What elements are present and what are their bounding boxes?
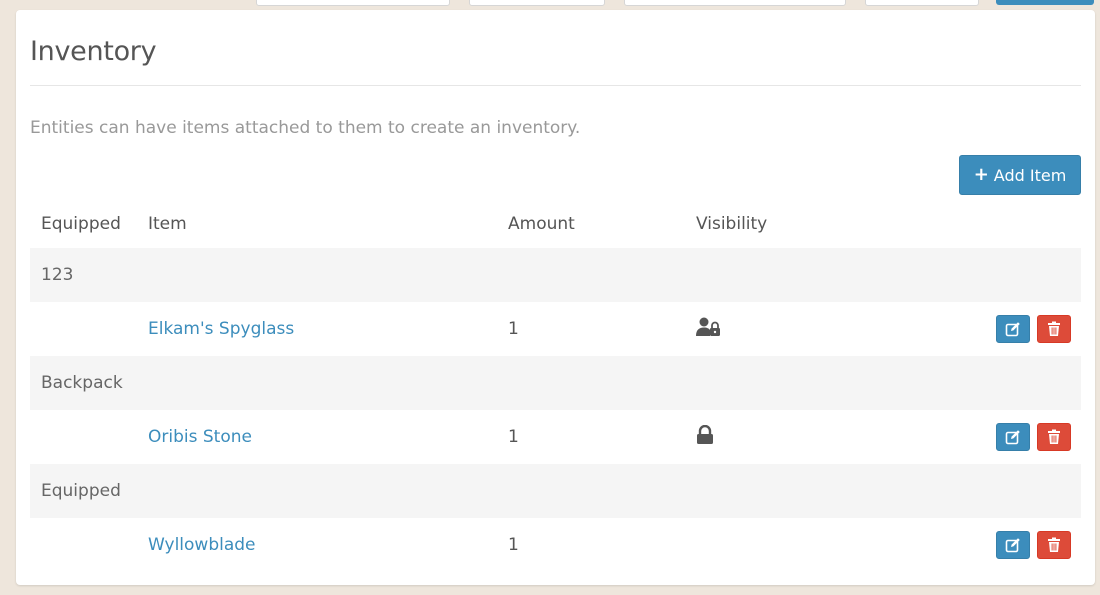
equipped-cell [30, 518, 137, 572]
table-header-row: Equipped Item Amount Visibility [30, 200, 1081, 248]
item-link[interactable]: Wyllowblade [148, 535, 256, 555]
item-link[interactable]: Oribis Stone [148, 427, 252, 447]
visibility-cell [685, 410, 878, 464]
header-visibility[interactable]: Visibility [685, 200, 878, 248]
user-lock-icon [696, 317, 722, 342]
table-row: Oribis Stone 1 [30, 410, 1081, 464]
inventory-table: Equipped Item Amount Visibility 123 Elka… [30, 200, 1081, 572]
group-row: Equipped [30, 464, 1081, 518]
table-row: Wyllowblade 1 [30, 518, 1081, 572]
visibility-cell [685, 518, 878, 572]
actions-cell [878, 302, 1081, 356]
amount-cell: 1 [508, 535, 519, 555]
edit-button[interactable] [995, 423, 1030, 451]
header-amount[interactable]: Amount [497, 200, 685, 248]
add-item-button[interactable]: + Add Item [959, 155, 1081, 195]
toolbar-button-partial[interactable] [996, 0, 1094, 5]
title-divider [30, 85, 1081, 86]
lock-icon [696, 424, 714, 450]
edit-button[interactable] [995, 531, 1030, 559]
item-link[interactable]: Elkam's Spyglass [148, 319, 294, 339]
edit-icon [1005, 322, 1020, 337]
amount-cell: 1 [508, 319, 519, 339]
visibility-cell [685, 302, 878, 356]
group-label: Equipped [30, 464, 1081, 518]
edit-button[interactable] [995, 315, 1030, 343]
header-equipped[interactable]: Equipped [30, 200, 137, 248]
header-actions [878, 200, 1081, 248]
group-label: 123 [30, 248, 1081, 302]
actions-cell [878, 518, 1081, 572]
toolbar-select-partial-2[interactable] [624, 0, 846, 6]
equipped-cell [30, 302, 137, 356]
trash-icon [1048, 429, 1060, 444]
equipped-cell [30, 410, 137, 464]
edit-icon [1005, 430, 1020, 445]
actions-cell [878, 410, 1081, 464]
header-item[interactable]: Item [137, 200, 497, 248]
delete-button[interactable] [1037, 531, 1071, 559]
add-item-label: Add Item [993, 165, 1067, 185]
group-row: 123 [30, 248, 1081, 302]
item-cell: Oribis Stone [137, 410, 497, 464]
top-toolbar-partial [0, 0, 1100, 6]
delete-button[interactable] [1037, 315, 1071, 343]
item-cell: Wyllowblade [137, 518, 497, 572]
trash-icon [1048, 537, 1060, 552]
group-label: Backpack [30, 356, 1081, 410]
amount-cell: 1 [508, 427, 519, 447]
help-text: Entities can have items attached to them… [30, 118, 581, 138]
plus-icon: + [973, 164, 989, 185]
item-cell: Elkam's Spyglass [137, 302, 497, 356]
trash-icon [1048, 321, 1060, 336]
table-row: Elkam's Spyglass 1 [30, 302, 1081, 356]
inventory-panel: Inventory Entities can have items attach… [16, 10, 1095, 585]
toolbar-input-partial[interactable] [256, 0, 450, 6]
toolbar-select-partial[interactable] [469, 0, 605, 6]
group-row: Backpack [30, 356, 1081, 410]
delete-button[interactable] [1037, 423, 1071, 451]
toolbar-input-partial-2[interactable] [865, 0, 979, 6]
edit-icon [1005, 538, 1020, 553]
panel-title: Inventory [30, 36, 157, 67]
